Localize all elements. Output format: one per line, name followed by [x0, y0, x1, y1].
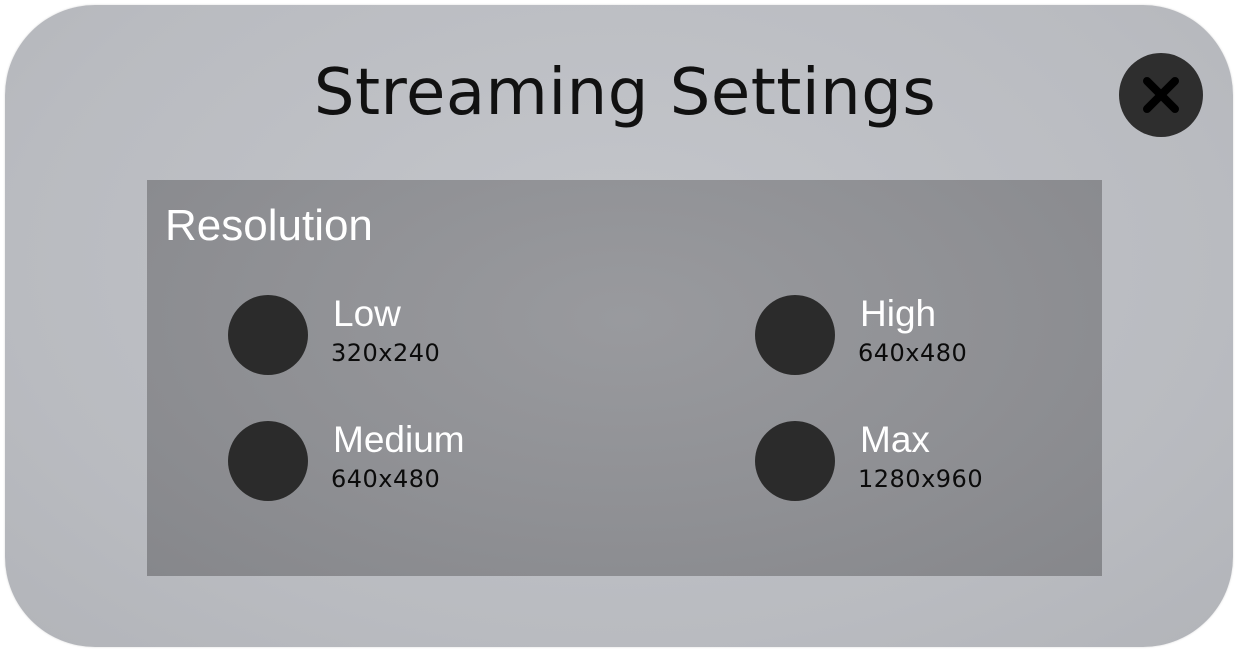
- streaming-settings-dialog: Streaming Settings Resolution Low 320x24…: [5, 5, 1233, 647]
- radio-button-medium[interactable]: [228, 421, 308, 501]
- option-name-max: Max: [860, 419, 930, 460]
- option-resolution-max: 1280x960: [858, 465, 984, 493]
- option-name-low: Low: [333, 293, 401, 334]
- resolution-option-medium[interactable]: Medium 640x480: [228, 419, 588, 501]
- option-resolution-low: 320x240: [331, 339, 441, 367]
- resolution-option-max[interactable]: Max 1280x960: [755, 419, 1115, 501]
- resolution-panel: Resolution Low 320x240 Medium 640x480 Hi…: [147, 180, 1102, 576]
- resolution-label: Resolution: [165, 201, 373, 250]
- radio-button-max[interactable]: [755, 421, 835, 501]
- dialog-title: Streaming Settings: [313, 56, 937, 130]
- option-name-medium: Medium: [333, 419, 465, 460]
- radio-button-low[interactable]: [228, 295, 308, 375]
- option-name-high: High: [860, 293, 937, 334]
- option-resolution-high: 640x480: [858, 339, 968, 367]
- resolution-option-high[interactable]: High 640x480: [755, 293, 1115, 375]
- close-button[interactable]: [1119, 53, 1203, 137]
- radio-button-high[interactable]: [755, 295, 835, 375]
- resolution-option-low[interactable]: Low 320x240: [228, 293, 588, 375]
- close-x-icon: [1143, 77, 1179, 113]
- option-resolution-medium: 640x480: [331, 465, 441, 493]
